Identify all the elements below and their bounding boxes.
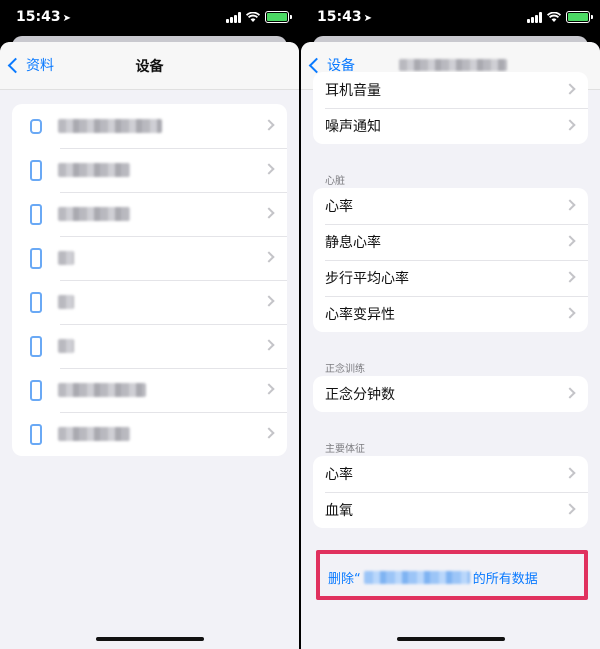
delete-all-data-button[interactable]: 删除“ 的所有数据 [328, 568, 538, 587]
heart-list: 心率 静息心率 步行平均心率 心率变异性 [313, 188, 588, 332]
chevron-right-icon [564, 503, 576, 515]
vitals-list: 心率 血氧 [313, 456, 588, 528]
watch-icon [30, 118, 42, 134]
battery-icon [265, 11, 292, 23]
device-name-redacted [58, 295, 74, 309]
device-row[interactable] [12, 280, 287, 324]
phone-icon [30, 159, 42, 181]
section-title-heart: 心脏 [325, 176, 345, 187]
wifi-icon [547, 11, 561, 22]
location-arrow-icon: ➤ [363, 13, 372, 24]
device-name-redacted [58, 163, 130, 177]
list-item[interactable]: 心率 [313, 456, 588, 492]
chevron-right-icon [263, 163, 275, 175]
section-title-mindfulness: 正念训练 [325, 364, 365, 375]
device-row[interactable] [12, 148, 287, 192]
chevron-right-icon [564, 199, 576, 211]
chevron-right-icon [564, 83, 576, 95]
phone-icon [30, 335, 42, 357]
chevron-right-icon [263, 295, 275, 307]
device-row[interactable] [12, 236, 287, 280]
list-item[interactable]: 血氧 [313, 492, 588, 528]
device-name-redacted [363, 571, 470, 584]
device-row[interactable] [12, 412, 287, 456]
section-title-vitals: 主要体征 [325, 444, 365, 455]
page-title: 设备 [135, 59, 164, 75]
chevron-right-icon [564, 307, 576, 319]
device-data-sheet: 设备 耳机音量 噪声通知 心脏 心率 静息心率 步行平均心率 心率变异性 正念训… [301, 42, 600, 649]
device-row[interactable] [12, 192, 287, 236]
wifi-icon [246, 11, 260, 22]
device-row[interactable] [12, 368, 287, 412]
chevron-right-icon [263, 427, 275, 439]
status-bar: 15:43 ➤ [301, 0, 600, 36]
chevron-right-icon [564, 235, 576, 247]
devices-screen: 15:43 ➤ 资料 设备 [0, 0, 299, 649]
chevron-right-icon [263, 251, 275, 263]
chevron-right-icon [263, 383, 275, 395]
device-name-redacted [58, 207, 130, 221]
list-item[interactable]: 心率变异性 [313, 296, 588, 332]
phone-icon [30, 379, 42, 401]
chevron-right-icon [263, 119, 275, 131]
device-name-redacted [399, 59, 507, 71]
status-bar: 15:43 ➤ [0, 0, 299, 36]
signal-icon [527, 11, 542, 23]
top-list: 耳机音量 噪声通知 [313, 72, 588, 144]
signal-icon [226, 11, 241, 23]
chevron-right-icon [263, 339, 275, 351]
devices-sheet: 资料 设备 [0, 42, 299, 649]
device-list [12, 104, 287, 456]
device-row[interactable] [12, 104, 287, 148]
device-name-redacted [58, 339, 74, 353]
battery-icon [566, 11, 593, 23]
device-name-redacted [58, 251, 74, 265]
list-item[interactable]: 耳机音量 [313, 72, 588, 108]
list-item[interactable]: 正念分钟数 [313, 376, 588, 412]
status-time: 15:43 ➤ [317, 9, 372, 25]
list-item[interactable]: 静息心率 [313, 224, 588, 260]
status-time: 15:43 ➤ [16, 9, 71, 25]
mindfulness-list: 正念分钟数 [313, 376, 588, 412]
device-name-redacted [58, 383, 146, 397]
home-indicator [396, 637, 505, 641]
list-item[interactable]: 步行平均心率 [313, 260, 588, 296]
nav-bar: 资料 设备 [0, 42, 299, 90]
phone-icon [30, 247, 42, 269]
device-row[interactable] [12, 324, 287, 368]
device-name-redacted [58, 427, 130, 441]
list-item[interactable]: 噪声通知 [313, 108, 588, 144]
phone-icon [30, 203, 42, 225]
chevron-right-icon [564, 271, 576, 283]
list-item[interactable]: 心率 [313, 188, 588, 224]
chevron-right-icon [564, 119, 576, 131]
home-indicator [95, 637, 204, 641]
phone-icon [30, 291, 42, 313]
device-name-redacted [58, 119, 162, 133]
device-data-screen: 15:43 ➤ 设备 耳机音量 噪声通知 心脏 心率 静息心率 步行平均心率 心率… [301, 0, 600, 649]
location-arrow-icon: ➤ [62, 13, 71, 24]
chevron-right-icon [564, 467, 576, 479]
delete-data-highlight: 删除“ 的所有数据 [316, 550, 588, 600]
chevron-left-icon [308, 57, 325, 73]
phone-icon [30, 423, 42, 445]
chevron-right-icon [564, 387, 576, 399]
chevron-right-icon [263, 207, 275, 219]
